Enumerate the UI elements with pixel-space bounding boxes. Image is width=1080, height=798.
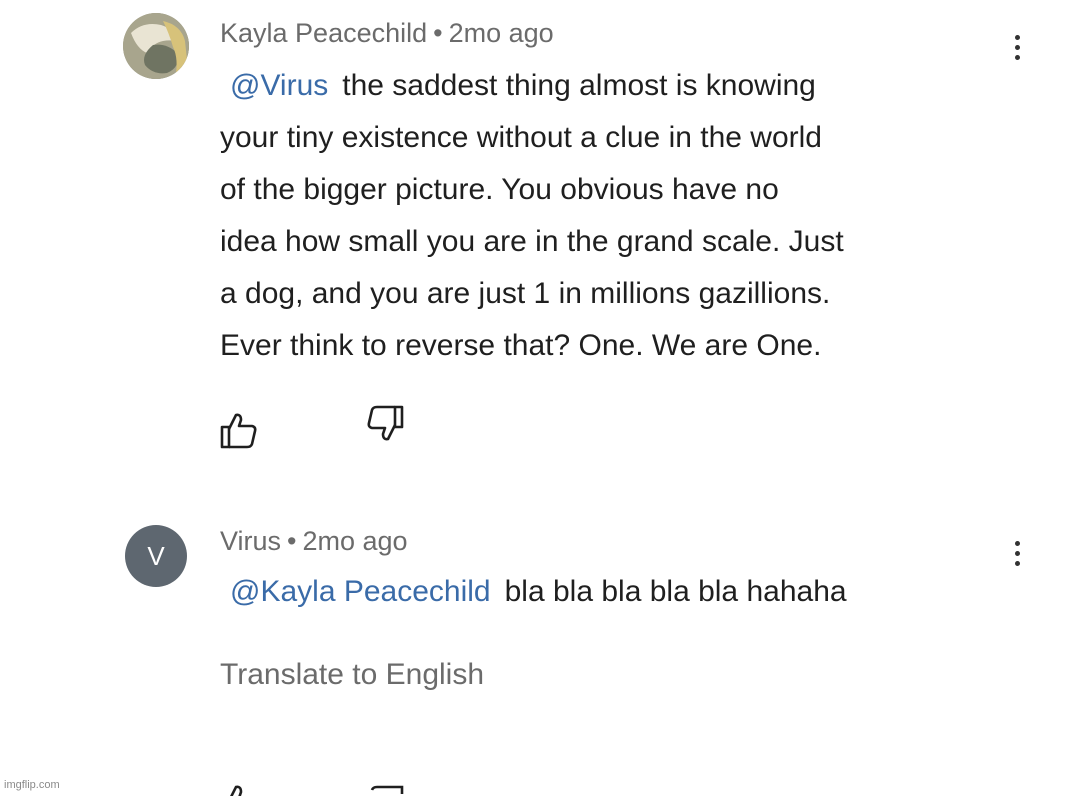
profile-photo-icon [123,13,189,79]
comment-line: Ever think to reverse that? One. We are … [220,329,822,362]
comment-time: 2mo ago [302,526,408,556]
translate-link[interactable]: Translate to English [220,658,484,692]
comment-line: @Kayla Peacechild bla bla bla bla bla hah… [230,575,847,608]
avatar-letter: V [147,540,165,571]
thumbs-down-icon[interactable] [365,784,405,798]
comment-meta: Kayla Peacechild • 2mo ago [220,18,554,49]
avatar-virus[interactable]: V [125,525,187,587]
watermark: imgflip.com [4,779,60,791]
comment-line: idea how small you are in the grand scal… [220,225,844,258]
meta-separator: • [287,526,297,556]
meta-separator: • [433,18,443,48]
comment-time: 2mo ago [448,18,554,48]
comment-line: of the bigger picture. You obvious have … [220,173,779,206]
thumbs-up-icon[interactable] [219,410,259,450]
comment-meta: Virus • 2mo ago [220,526,408,557]
avatar-kayla[interactable] [123,13,189,79]
comment-body: @Kayla Peacechild bla bla bla bla bla hah… [220,566,1020,618]
comment-body: @Virus the saddest thing almost is knowin… [220,60,1020,372]
more-vertical-icon[interactable] [1012,541,1022,566]
comment-line: a dog, and you are just 1 in millions ga… [220,277,831,310]
thumbs-down-icon[interactable] [365,404,405,444]
author-name[interactable]: Virus [220,526,281,556]
author-name[interactable]: Kayla Peacechild [220,18,427,48]
comment-line: @Virus the saddest thing almost is knowin… [230,69,816,102]
comment-line: your tiny existence without a clue in th… [220,121,822,154]
more-vertical-icon[interactable] [1012,35,1022,60]
mention-link[interactable]: @Virus [230,69,328,102]
mention-link[interactable]: @Kayla Peacechild [230,575,491,608]
